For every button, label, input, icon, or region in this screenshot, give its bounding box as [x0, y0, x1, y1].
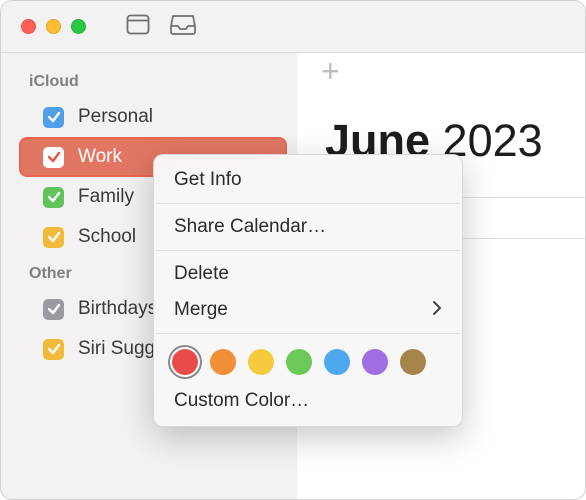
inbox-toolbar-icon[interactable]	[170, 13, 196, 40]
menu-item-custom-color[interactable]: Custom Color…	[154, 383, 462, 419]
calendar-checkbox[interactable]	[43, 147, 64, 168]
color-swatch[interactable]	[210, 349, 236, 375]
calendar-name-label: Personal	[78, 106, 153, 128]
calendar-name-label: Family	[78, 186, 134, 208]
calendar-checkbox[interactable]	[43, 227, 64, 248]
minimize-window-button[interactable]	[46, 19, 61, 34]
close-window-button[interactable]	[21, 19, 36, 34]
calendar-checkbox[interactable]	[43, 107, 64, 128]
calendar-toolbar-icon[interactable]	[126, 13, 150, 40]
menu-item-get-info[interactable]: Get Info	[154, 162, 462, 198]
menu-separator	[156, 250, 460, 251]
color-swatch[interactable]	[400, 349, 426, 375]
titlebar	[1, 1, 585, 53]
menu-item-label: Delete	[174, 263, 229, 285]
menu-item-share-calendar[interactable]: Share Calendar…	[154, 209, 462, 245]
zoom-window-button[interactable]	[71, 19, 86, 34]
sidebar-section-title: iCloud	[1, 65, 297, 97]
menu-separator	[156, 203, 460, 204]
toolbar	[126, 13, 196, 40]
chevron-right-icon	[433, 299, 442, 321]
calendar-name-label: School	[78, 226, 136, 248]
calendar-list-item[interactable]: Personal	[1, 97, 297, 137]
menu-item-label: Share Calendar…	[174, 216, 326, 238]
window-controls	[21, 19, 86, 34]
menu-item-label: Custom Color…	[174, 390, 309, 412]
calendar-checkbox[interactable]	[43, 339, 64, 360]
color-swatch[interactable]	[248, 349, 274, 375]
calendar-checkbox[interactable]	[43, 299, 64, 320]
color-swatch-row	[154, 339, 462, 383]
menu-separator	[156, 333, 460, 334]
month-heading: June 2023	[297, 71, 585, 167]
calendar-name-label: Work	[78, 146, 122, 168]
calendar-checkbox[interactable]	[43, 187, 64, 208]
menu-item-delete[interactable]: Delete	[154, 256, 462, 292]
menu-item-label: Merge	[174, 299, 228, 321]
color-swatch[interactable]	[286, 349, 312, 375]
calendar-context-menu: Get Info Share Calendar… Delete Merge Cu…	[153, 154, 463, 427]
color-swatch[interactable]	[172, 349, 198, 375]
menu-item-label: Get Info	[174, 169, 242, 191]
calendar-name-label: Birthdays	[78, 298, 157, 320]
color-swatch[interactable]	[362, 349, 388, 375]
color-swatch[interactable]	[324, 349, 350, 375]
menu-item-merge[interactable]: Merge	[154, 292, 462, 328]
add-event-button[interactable]: +	[321, 53, 340, 90]
